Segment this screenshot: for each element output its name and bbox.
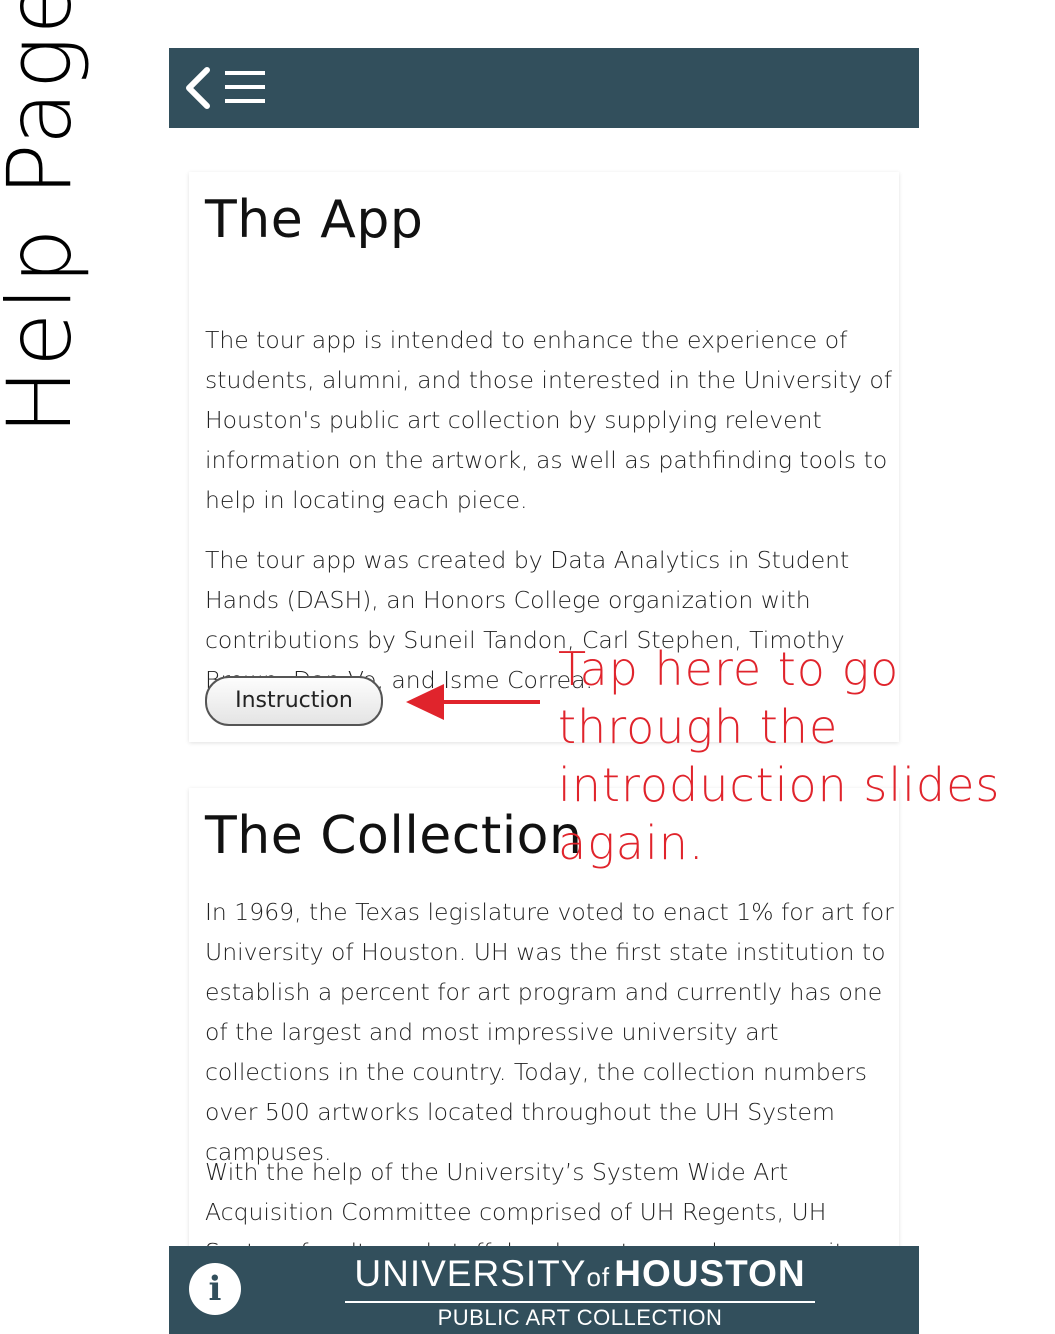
brand-line-1: UNIVERSITYof HOUSTON <box>343 1254 817 1297</box>
info-button[interactable]: i <box>189 1263 241 1315</box>
annotation-arrow-icon <box>406 684 540 720</box>
the-app-paragraph-1: The tour app is intended to enhance the … <box>205 326 893 514</box>
the-app-title: The App <box>205 190 424 250</box>
the-collection-paragraph-2: With the help of the University’s System… <box>205 1158 858 1246</box>
brand-subtitle: PUBLIC ART COLLECTION <box>437 1305 723 1330</box>
instruction-button[interactable]: Instruction <box>205 676 383 726</box>
help-page-side-label: Help Page <box>0 0 91 435</box>
the-collection-title: The Collection <box>205 806 583 866</box>
back-button[interactable] <box>183 66 213 110</box>
brand-footer: i UNIVERSITYof HOUSTON PUBLIC ART COLLEC… <box>169 1246 919 1334</box>
university-of-houston-logo: UNIVERSITYof HOUSTON PUBLIC ART COLLECTI… <box>343 1254 817 1330</box>
brand-university: UNIVERSITY <box>354 1253 587 1294</box>
menu-button[interactable] <box>223 68 267 108</box>
annotation-text: Tap here to go through the introduction … <box>558 642 1001 870</box>
chevron-left-icon <box>186 67 210 109</box>
hamburger-menu-icon <box>225 71 265 103</box>
brand-houston: HOUSTON <box>614 1253 806 1294</box>
app-header <box>169 48 919 128</box>
brand-of: of <box>586 1262 611 1292</box>
the-collection-paragraph-1: In 1969, the Texas legislature voted to … <box>205 898 894 1166</box>
